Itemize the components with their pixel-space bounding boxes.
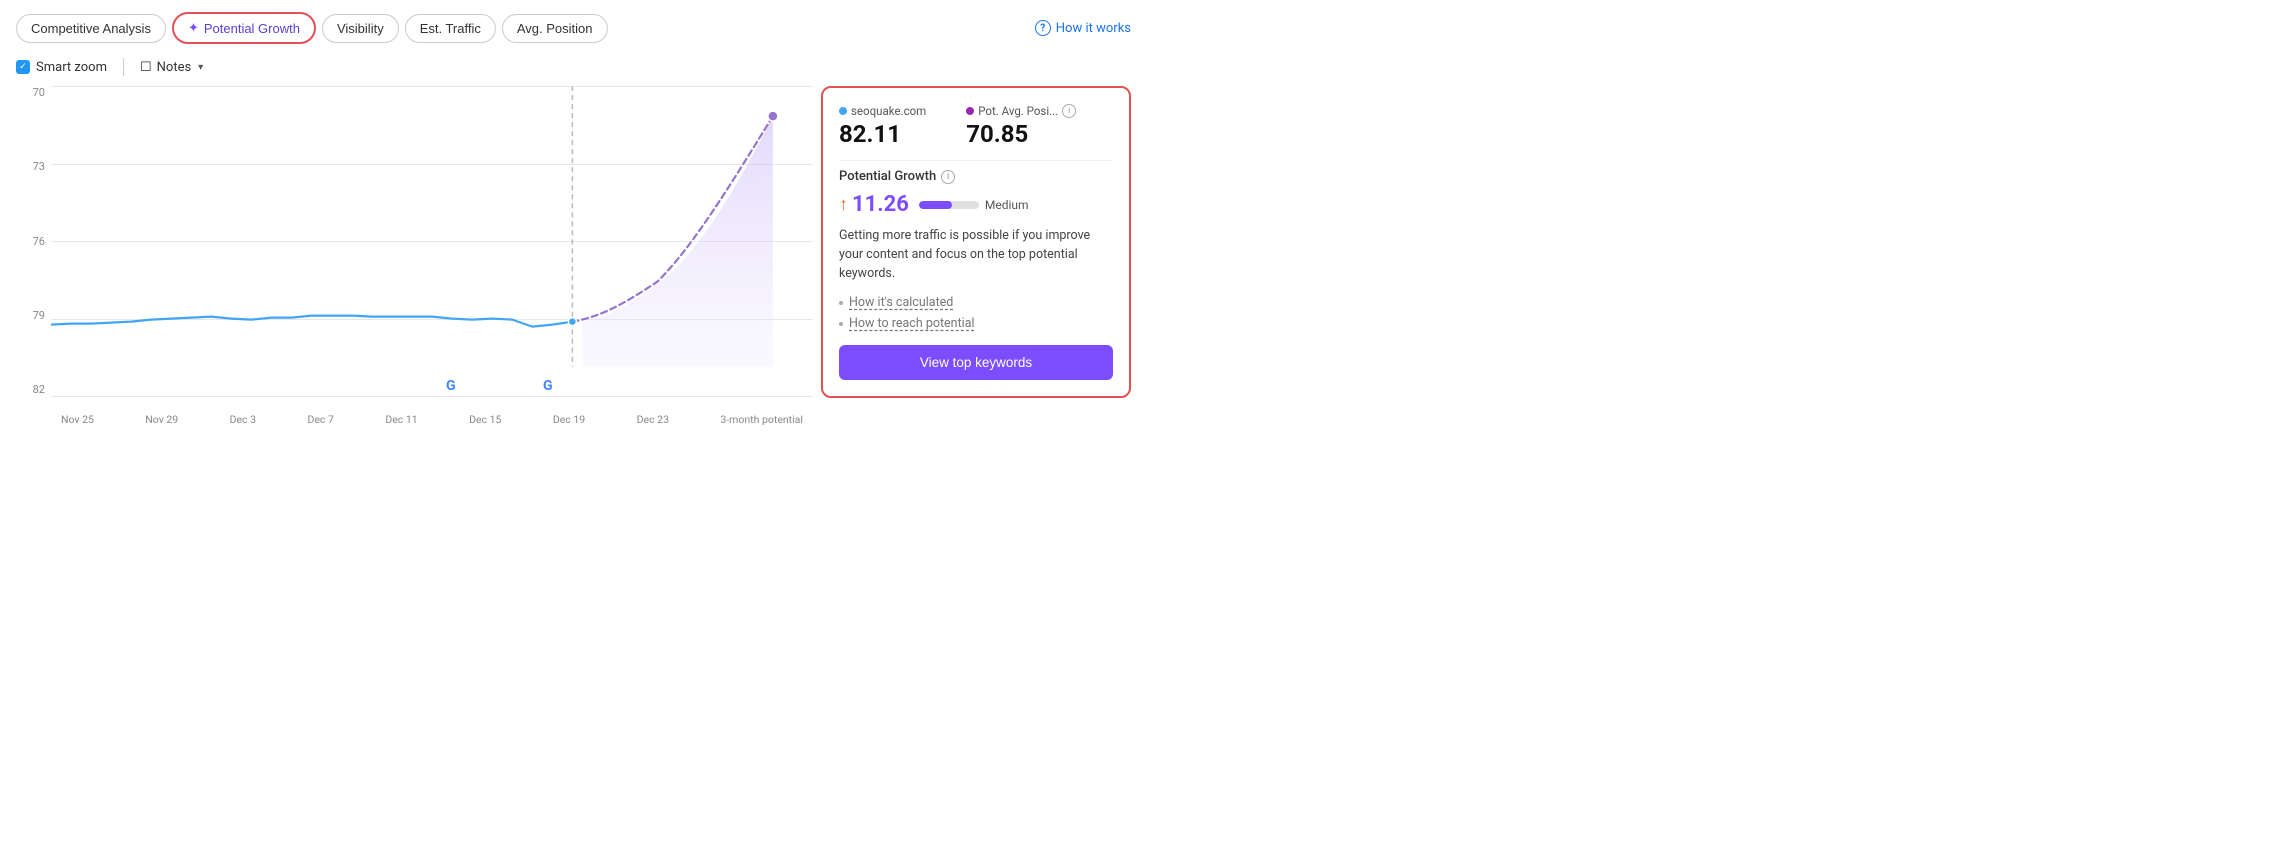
y-label-76: 76 [16,235,51,248]
how-it-works-button[interactable]: ? How it works [1035,20,1131,36]
how-to-reach-item: How to reach potential [839,316,1113,331]
tab-potential-growth[interactable]: ✦ Potential Growth [172,12,316,44]
tabs-row: Competitive Analysis ✦ Potential Growth … [16,12,1131,44]
how-calculated-link[interactable]: How it's calculated [849,295,953,310]
potential-growth-title: Potential Growth i [839,169,1113,184]
pot-avg-col: Pot. Avg. Posi... i 70.85 [966,104,1076,148]
bullet-icon-2 [839,322,843,326]
chart-container: 70 73 76 79 82 [16,86,1131,426]
main-container: Competitive Analysis ✦ Potential Growth … [0,0,1147,430]
toolbar-divider [123,58,124,76]
bullet-icon-1 [839,301,843,305]
tab-competitive-analysis[interactable]: Competitive Analysis [16,14,166,43]
growth-info-icon[interactable]: i [941,170,955,184]
info-panel: seoquake.com 82.11 Pot. Avg. Posi... i 7… [821,86,1131,398]
panel-header: seoquake.com 82.11 Pot. Avg. Posi... i 7… [839,104,1113,148]
y-label-73: 73 [16,160,51,173]
toolbar-row: ✓ Smart zoom ☐ Notes ▾ [16,58,1131,76]
pot-avg-label: Pot. Avg. Posi... i [966,104,1076,118]
x-label-dec19: Dec 19 [553,413,585,426]
how-to-reach-link[interactable]: How to reach potential [849,316,975,331]
seoquake-col: seoquake.com 82.11 [839,104,926,148]
y-label-79: 79 [16,309,51,322]
x-label-dec23: Dec 23 [637,413,669,426]
blue-dot [839,107,847,115]
chart-area: 70 73 76 79 82 [16,86,813,426]
x-label-dec15: Dec 15 [469,413,501,426]
chart-svg [51,86,813,367]
pot-avg-value: 70.85 [966,120,1076,148]
panel-divider [839,160,1113,161]
seoquake-value: 82.11 [839,120,926,148]
smart-zoom-checkbox[interactable]: ✓ [16,60,30,74]
growth-value: 11.26 [852,192,909,217]
view-keywords-button[interactable]: View top keywords [839,345,1113,380]
growth-row: ↑ 11.26 Medium [839,192,1113,217]
progress-fill [919,201,952,209]
purple-dot [966,107,974,115]
progress-bar-container: Medium [919,198,1029,212]
x-label-nov29: Nov 29 [145,413,178,426]
tab-visibility[interactable]: Visibility [322,14,399,43]
x-label-dec3: Dec 3 [230,413,256,426]
how-calculated-item: How it's calculated [839,295,1113,310]
x-label-3month: 3-month potential [720,413,803,426]
question-icon: ? [1035,20,1051,36]
links-section: How it's calculated How to reach potenti… [839,295,1113,331]
smart-zoom-toggle[interactable]: ✓ Smart zoom [16,60,107,75]
google-icon-1: G [446,378,456,394]
notes-button[interactable]: ☐ Notes ▾ [140,60,203,75]
y-axis: 70 73 76 79 82 [16,86,51,396]
y-label-82: 82 [16,383,51,396]
y-label-70: 70 [16,86,51,99]
tabs-left: Competitive Analysis ✦ Potential Growth … [16,12,608,44]
up-arrow-icon: ↑ [839,194,848,215]
pot-avg-info-icon[interactable]: i [1062,104,1076,118]
chevron-down-icon: ▾ [198,62,203,73]
growth-level: Medium [985,198,1029,212]
growth-description: Getting more traffic is possible if you … [839,227,1113,283]
tab-est-traffic[interactable]: Est. Traffic [405,14,496,43]
sparkle-icon: ✦ [188,20,199,36]
progress-bar [919,201,979,209]
x-label-nov25: Nov 25 [61,413,94,426]
x-label-dec11: Dec 11 [385,413,417,426]
grid-line-5 [51,396,813,397]
x-label-dec7: Dec 7 [307,413,333,426]
google-icon-2: G [543,378,553,394]
x-axis: Nov 25 Nov 29 Dec 3 Dec 7 Dec 11 Dec 15 … [51,413,813,426]
notes-icon: ☐ [140,60,152,75]
tab-avg-position[interactable]: Avg. Position [502,14,608,43]
seoquake-label: seoquake.com [839,104,926,118]
